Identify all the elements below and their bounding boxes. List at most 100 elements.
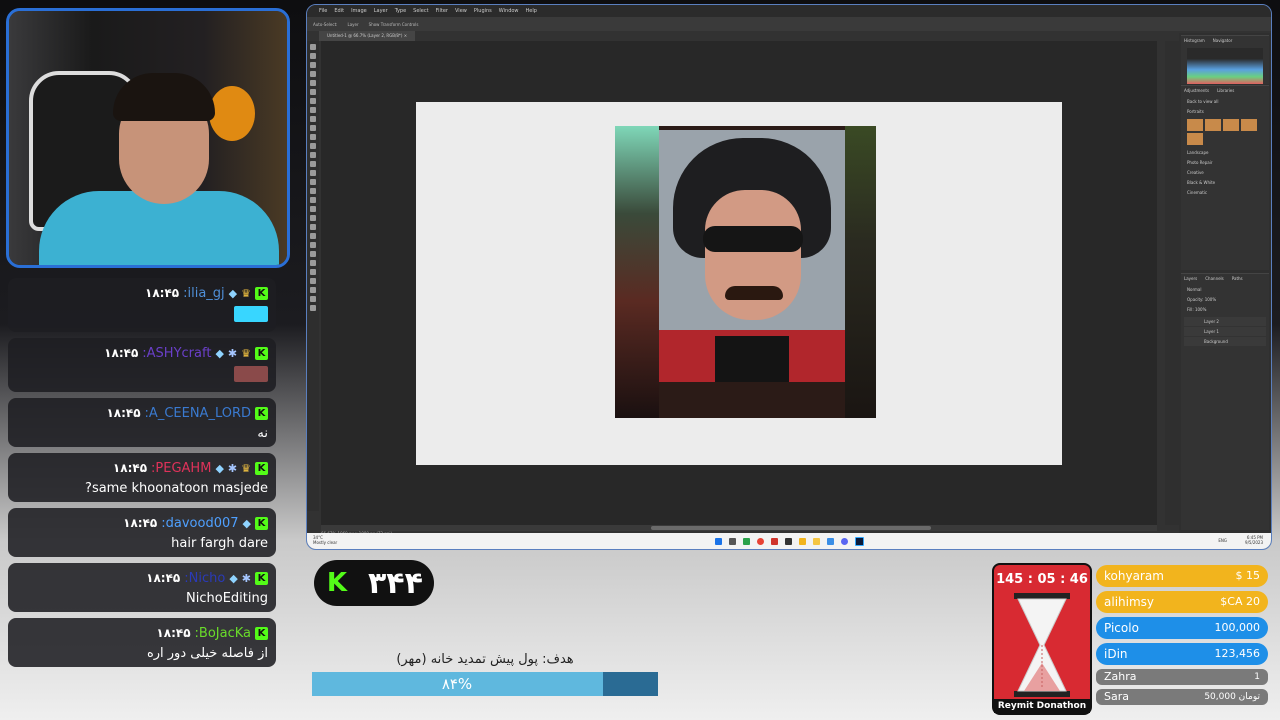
option-item[interactable]: Layer bbox=[348, 22, 359, 27]
menu-edit[interactable]: Edit bbox=[334, 8, 344, 14]
scrollbar-thumb[interactable] bbox=[651, 526, 931, 530]
photo-layer-1[interactable] bbox=[615, 126, 876, 418]
menu-help[interactable]: Help bbox=[526, 8, 537, 14]
tool-icon[interactable] bbox=[310, 287, 316, 293]
panel-tab[interactable]: Histogram bbox=[1184, 38, 1205, 43]
layer-row[interactable]: Layer 1 bbox=[1184, 327, 1266, 336]
weather-widget[interactable]: 34°C Mostly clear bbox=[313, 535, 337, 545]
chat-username[interactable]: :davood007 bbox=[161, 516, 238, 531]
task-view-icon[interactable] bbox=[728, 537, 736, 545]
tool-icon[interactable] bbox=[310, 197, 316, 203]
tool-icon[interactable] bbox=[310, 206, 316, 212]
tool-icon[interactable] bbox=[310, 71, 316, 77]
preset-thumbnail[interactable] bbox=[1187, 119, 1203, 131]
blend-mode-select[interactable]: Normal bbox=[1181, 287, 1269, 292]
back-to-view-all-link[interactable]: Back to view all bbox=[1181, 99, 1269, 104]
chat-username[interactable]: :PEGAHM bbox=[151, 461, 211, 476]
tool-icon[interactable] bbox=[310, 179, 316, 185]
menu-view[interactable]: View bbox=[455, 8, 467, 14]
tool-icon[interactable] bbox=[310, 161, 316, 167]
preset-thumbnail[interactable] bbox=[1223, 119, 1239, 131]
app-icon[interactable] bbox=[784, 537, 792, 545]
adjustment-group[interactable]: Portraits bbox=[1181, 109, 1269, 114]
menu-window[interactable]: Window bbox=[499, 8, 519, 14]
youtube-icon[interactable] bbox=[770, 537, 778, 545]
tool-icon[interactable] bbox=[310, 89, 316, 95]
app-icon[interactable] bbox=[826, 537, 834, 545]
language-indicator[interactable]: ENG bbox=[1218, 538, 1227, 543]
tool-icon[interactable] bbox=[310, 215, 316, 221]
tool-icon[interactable] bbox=[310, 188, 316, 194]
menu-select[interactable]: Select bbox=[413, 8, 428, 14]
tool-icon[interactable] bbox=[310, 260, 316, 266]
fill-field[interactable]: Fill: 100% bbox=[1181, 307, 1269, 312]
adjustment-group[interactable]: Black & White bbox=[1181, 180, 1269, 185]
donor-name: iDin bbox=[1104, 647, 1128, 661]
preset-thumbnail[interactable] bbox=[1187, 133, 1203, 145]
notes-icon[interactable] bbox=[812, 537, 820, 545]
tool-icon[interactable] bbox=[310, 80, 316, 86]
panel-tab[interactable]: Adjustments bbox=[1184, 88, 1209, 93]
opacity-field[interactable]: Opacity: 100% bbox=[1181, 297, 1269, 302]
adjustment-group[interactable]: Photo Repair bbox=[1181, 160, 1269, 165]
tool-icon[interactable] bbox=[310, 107, 316, 113]
preset-thumbnail[interactable] bbox=[1205, 119, 1221, 131]
document-canvas[interactable] bbox=[416, 102, 1062, 465]
tool-icon[interactable] bbox=[310, 125, 316, 131]
chat-username[interactable]: :A_CEENA_LORD bbox=[145, 406, 251, 421]
adjustment-group[interactable]: Landscape bbox=[1181, 150, 1269, 155]
option-item[interactable]: Show Transform Controls bbox=[369, 22, 419, 27]
clock[interactable]: 6:45 PM 9/5/2023 bbox=[1245, 535, 1263, 545]
workspace[interactable] bbox=[321, 41, 1157, 525]
chat-timestamp: ۱۸:۴۵ bbox=[146, 571, 181, 585]
panel-tab[interactable]: Paths bbox=[1232, 276, 1243, 281]
tool-icon[interactable] bbox=[310, 278, 316, 284]
tool-icon[interactable] bbox=[310, 251, 316, 257]
menu-type[interactable]: Type bbox=[395, 8, 406, 14]
tool-icon[interactable] bbox=[310, 269, 316, 275]
panel-tab[interactable]: Libraries bbox=[1217, 88, 1234, 93]
tool-icon[interactable] bbox=[310, 242, 316, 248]
discord-icon[interactable] bbox=[840, 537, 848, 545]
chrome-icon[interactable] bbox=[756, 537, 764, 545]
menu-filter[interactable]: Filter bbox=[436, 8, 448, 14]
tool-icon[interactable] bbox=[310, 296, 316, 302]
tool-icon[interactable] bbox=[310, 152, 316, 158]
chat-username[interactable]: :BoJacKa bbox=[195, 626, 251, 641]
tool-icon[interactable] bbox=[310, 305, 316, 311]
photo-layer-2[interactable] bbox=[659, 130, 845, 382]
chat-username[interactable]: :ilia_gj bbox=[183, 286, 225, 301]
tool-icon[interactable] bbox=[310, 53, 316, 59]
tool-icon[interactable] bbox=[310, 134, 316, 140]
tool-icon[interactable] bbox=[310, 143, 316, 149]
adjustment-group[interactable]: Creative bbox=[1181, 170, 1269, 175]
panel-tab[interactable]: Layers bbox=[1184, 276, 1197, 281]
preset-thumbnail[interactable] bbox=[1241, 119, 1257, 131]
folder-icon[interactable] bbox=[798, 537, 806, 545]
layer-row[interactable]: Background bbox=[1184, 337, 1266, 346]
tool-icon[interactable] bbox=[310, 98, 316, 104]
menu-image[interactable]: Image bbox=[351, 8, 367, 14]
tool-icon[interactable] bbox=[310, 44, 316, 50]
menu-plugins[interactable]: Plugins bbox=[474, 8, 492, 14]
option-item[interactable]: Auto-Select: bbox=[313, 22, 338, 27]
start-icon[interactable] bbox=[714, 537, 722, 545]
tool-icon[interactable] bbox=[310, 170, 316, 176]
adjustment-group[interactable]: Cinematic bbox=[1181, 190, 1269, 195]
tool-icon[interactable] bbox=[310, 116, 316, 122]
tool-icon[interactable] bbox=[310, 224, 316, 230]
panel-tab[interactable]: Navigator bbox=[1213, 38, 1233, 43]
menu-layer[interactable]: Layer bbox=[374, 8, 388, 14]
tool-icon[interactable] bbox=[310, 62, 316, 68]
panel-tab[interactable]: Channels bbox=[1205, 276, 1224, 281]
chat-username[interactable]: :Nicho bbox=[184, 571, 225, 586]
app-icon[interactable] bbox=[742, 537, 750, 545]
document-tab[interactable]: Untitled-1 @ 66.7% (Layer 2, RGB/8*) × bbox=[319, 31, 416, 41]
chat-username[interactable]: :ASHYcraft bbox=[142, 346, 211, 361]
chat-message-header: ۱۸:۴۵:ASHYcraft ◆ ✱ ♛ K bbox=[16, 344, 268, 362]
chat-message-header: ۱۸:۴۵:BoJacKa K bbox=[16, 624, 268, 642]
tool-icon[interactable] bbox=[310, 233, 316, 239]
menu-file[interactable]: File bbox=[319, 8, 327, 14]
layer-row[interactable]: Layer 2 bbox=[1184, 317, 1266, 326]
photoshop-icon[interactable] bbox=[854, 536, 864, 546]
